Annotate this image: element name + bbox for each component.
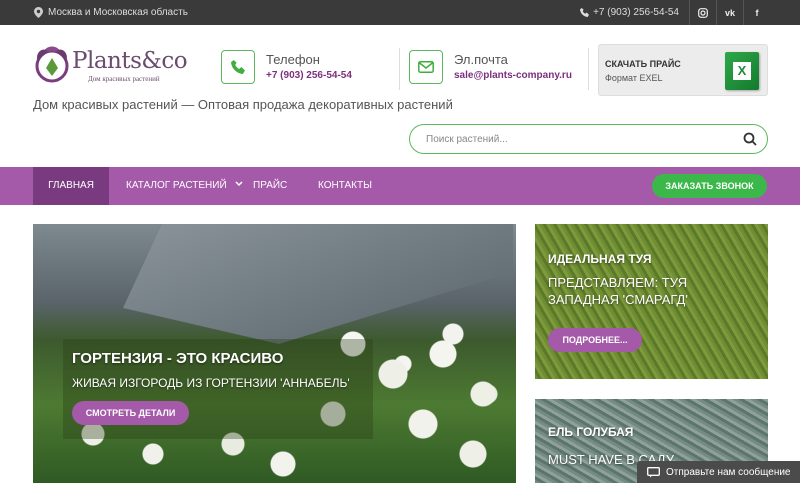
nav-item-contacts[interactable]: КОНТАКТЫ xyxy=(318,167,372,205)
location-pin-icon xyxy=(34,7,43,18)
card-text: ПРЕДСТАВЛЯЕМ: ТУЯ ЗАПАДНАЯ 'СМАРАГД' xyxy=(548,275,688,307)
facebook-icon: f xyxy=(755,7,759,18)
phone-value[interactable]: +7 (903) 256-54-54 xyxy=(266,70,352,81)
location: Москва и Московская область xyxy=(34,7,188,18)
email-label: Эл.почта xyxy=(454,52,508,67)
email-box xyxy=(409,50,443,84)
top-bar: Москва и Московская область +7 (903) 256… xyxy=(0,0,800,25)
topbar-phone[interactable]: +7 (903) 256-54-54 xyxy=(580,7,689,18)
search-input[interactable]: Поиск растений... xyxy=(409,124,768,154)
card-more-button[interactable]: ПОДРОБНЕЕ... xyxy=(548,328,642,352)
promo-card-thuja[interactable]: ИДЕАЛЬНАЯ ТУЯ ПРЕДСТАВЛЯЕМ: ТУЯ ЗАПАДНАЯ… xyxy=(535,224,768,379)
hero-slide: ГОРТЕНЗИЯ - ЭТО КРАСИВО ЖИВАЯ ИЗГОРОДЬ И… xyxy=(33,224,516,483)
chat-widget-button[interactable]: Отправьте нам сообщение xyxy=(637,461,800,483)
hero-title: ГОРТЕНЗИЯ - ЭТО КРАСИВО xyxy=(72,350,284,367)
card-title: ЕЛЬ ГОЛУБАЯ xyxy=(548,425,634,439)
hero-details-button[interactable]: СМОТРЕТЬ ДЕТАЛИ xyxy=(72,401,189,425)
chevron-down-icon xyxy=(235,181,243,187)
divider xyxy=(588,48,589,90)
topbar-phone-text: +7 (903) 256-54-54 xyxy=(593,7,679,18)
divider xyxy=(399,48,400,90)
nav-item-price[interactable]: ПРАЙС xyxy=(253,167,287,205)
nav-item-catalog[interactable]: КАТАЛОГ РАСТЕНИЙ xyxy=(126,167,243,205)
envelope-icon xyxy=(418,61,434,73)
chat-label: Отправьте нам сообщение xyxy=(666,466,791,478)
phone-label: Телефон xyxy=(266,52,320,67)
request-call-button[interactable]: ЗАКАЗАТЬ ЗВОНОК xyxy=(652,174,767,198)
instagram-link[interactable] xyxy=(689,0,716,25)
nav-item-home[interactable]: ГЛАВНАЯ xyxy=(33,167,109,205)
download-price-button[interactable]: СКАЧАТЬ ПРАЙС Формат EXEL X xyxy=(598,44,768,96)
logo-subtitle: Дом красивых растений xyxy=(88,75,160,83)
chat-message-icon xyxy=(647,466,660,477)
location-text: Москва и Московская область xyxy=(48,7,188,18)
facebook-link[interactable]: f xyxy=(743,0,770,25)
phone-icon xyxy=(231,60,245,74)
phone-box xyxy=(221,50,255,84)
hero-subtitle: ЖИВАЯ ИЗГОРОДЬ ИЗ ГОРТЕНЗИИ 'АННАБЕЛЬ' xyxy=(72,376,350,390)
card-title: ИДЕАЛЬНАЯ ТУЯ xyxy=(548,252,652,266)
email-value[interactable]: sale@plants-company.ru xyxy=(454,70,572,81)
site-tagline: Дом красивых растений — Оптовая продажа … xyxy=(33,97,453,112)
main-nav: ГЛАВНАЯ КАТАЛОГ РАСТЕНИЙ ПРАЙС КОНТАКТЫ … xyxy=(0,167,800,205)
excel-icon: X xyxy=(725,52,759,90)
logo-text: Plants&co xyxy=(72,48,188,74)
search-icon[interactable] xyxy=(743,132,757,146)
logo[interactable]: Plants&co Дом красивых растений xyxy=(32,42,192,88)
phone-icon xyxy=(580,8,590,17)
nav-item-catalog-label: КАТАЛОГ РАСТЕНИЙ xyxy=(126,180,227,191)
vk-link[interactable]: vk xyxy=(716,0,743,25)
price-title: СКАЧАТЬ ПРАЙС xyxy=(605,59,681,69)
search-placeholder: Поиск растений... xyxy=(426,134,508,145)
price-format: Формат EXEL xyxy=(605,73,663,83)
vk-icon: vk xyxy=(724,7,735,18)
instagram-icon xyxy=(698,7,708,18)
logo-flower-icon xyxy=(35,46,69,83)
